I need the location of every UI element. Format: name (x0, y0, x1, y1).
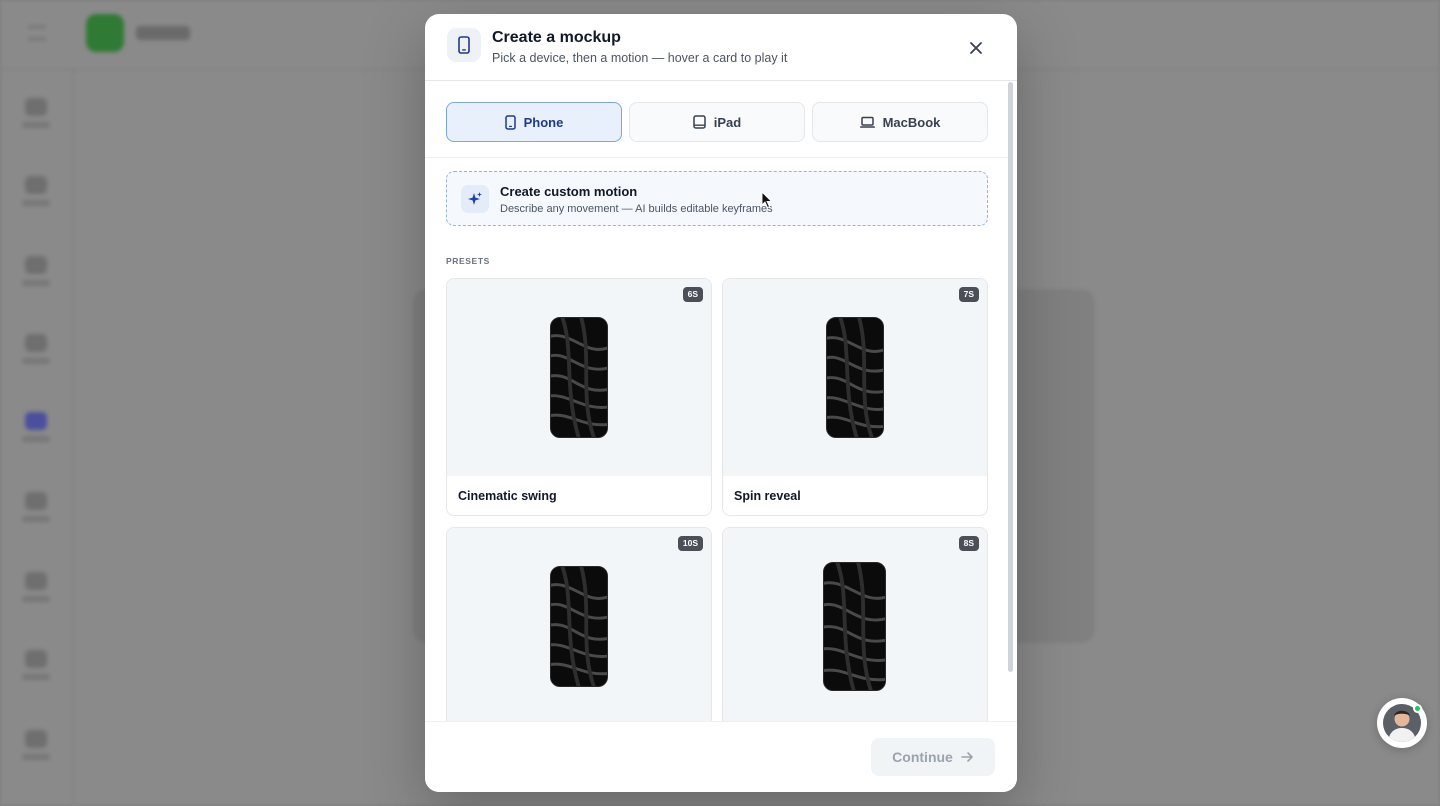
modal-title: Create a mockup (492, 29, 621, 46)
preset-card-spin-reveal[interactable]: 7S Spin reveal (722, 278, 988, 516)
online-status-dot (1413, 704, 1422, 713)
divider (425, 157, 1008, 158)
app-logo (86, 14, 124, 52)
modal-subtitle: Pick a device, then a motion — hover a c… (492, 51, 788, 65)
sidebar-item (22, 334, 50, 370)
sidebar-item (22, 650, 50, 686)
device-tabs: Phone iPad MacBook (446, 102, 988, 142)
tab-label: Phone (523, 114, 564, 130)
presets-label: PRESETS (446, 256, 490, 266)
sidebar-item (22, 730, 50, 766)
card-preview (447, 528, 711, 721)
sparkle-icon (461, 185, 489, 213)
tab-label: iPad (713, 114, 742, 130)
preset-card-cinematic-swing[interactable]: 6S Cinematic swing (446, 278, 712, 516)
custom-motion-description: Describe any movement — AI builds editab… (500, 203, 773, 215)
close-button[interactable] (962, 36, 990, 60)
create-custom-motion-button[interactable]: Create custom motion Describe any moveme… (446, 171, 988, 226)
duration-badge: 7S (958, 287, 979, 302)
mouse-cursor-icon (761, 191, 773, 209)
duration-badge: 10S (677, 536, 703, 551)
preset-name: Cinematic swing (458, 489, 557, 503)
sidebar-item (22, 176, 50, 212)
preset-card[interactable]: 10S (446, 527, 712, 721)
tab-macbook[interactable]: MacBook (812, 102, 988, 142)
duration-badge: 6S (682, 287, 703, 302)
scrollbar[interactable] (1008, 82, 1013, 672)
phone-icon (504, 114, 516, 130)
tab-ipad[interactable]: iPad (629, 102, 805, 142)
tablet-icon (693, 115, 706, 129)
duration-badge: 8S (958, 536, 979, 551)
preset-card[interactable]: 8S (722, 527, 988, 721)
app-name-placeholder (136, 26, 190, 40)
phone-icon (447, 28, 481, 62)
support-chat-avatar-button[interactable] (1377, 698, 1427, 748)
sidebar-item (22, 98, 50, 134)
phone-mockup-image (826, 317, 884, 438)
card-preview (723, 279, 987, 476)
tab-label: MacBook (882, 114, 941, 130)
close-icon (970, 42, 982, 54)
card-preview (447, 279, 711, 476)
continue-label: Continue (892, 749, 953, 765)
phone-mockup-image (823, 562, 886, 691)
modal-body[interactable]: Phone iPad MacBook Create custom motion (425, 81, 1017, 721)
modal-footer: Continue (425, 721, 1017, 792)
preset-name: Spin reveal (734, 489, 801, 503)
continue-button[interactable]: Continue (871, 738, 995, 776)
create-mockup-modal: Create a mockup Pick a device, then a mo… (425, 14, 1017, 792)
tab-phone[interactable]: Phone (446, 102, 622, 142)
custom-motion-title: Create custom motion (500, 184, 638, 199)
background-sidebar (0, 70, 74, 806)
card-preview (723, 528, 987, 721)
arrow-right-icon (961, 752, 973, 762)
menu-icon (28, 26, 46, 40)
laptop-icon (859, 116, 875, 129)
sidebar-item-active (22, 412, 50, 448)
phone-mockup-image (550, 566, 608, 687)
sidebar-item (22, 256, 50, 292)
modal-header: Create a mockup Pick a device, then a mo… (425, 14, 1017, 81)
phone-mockup-image (550, 317, 608, 438)
sidebar-item (22, 492, 50, 528)
sidebar-item (22, 572, 50, 608)
